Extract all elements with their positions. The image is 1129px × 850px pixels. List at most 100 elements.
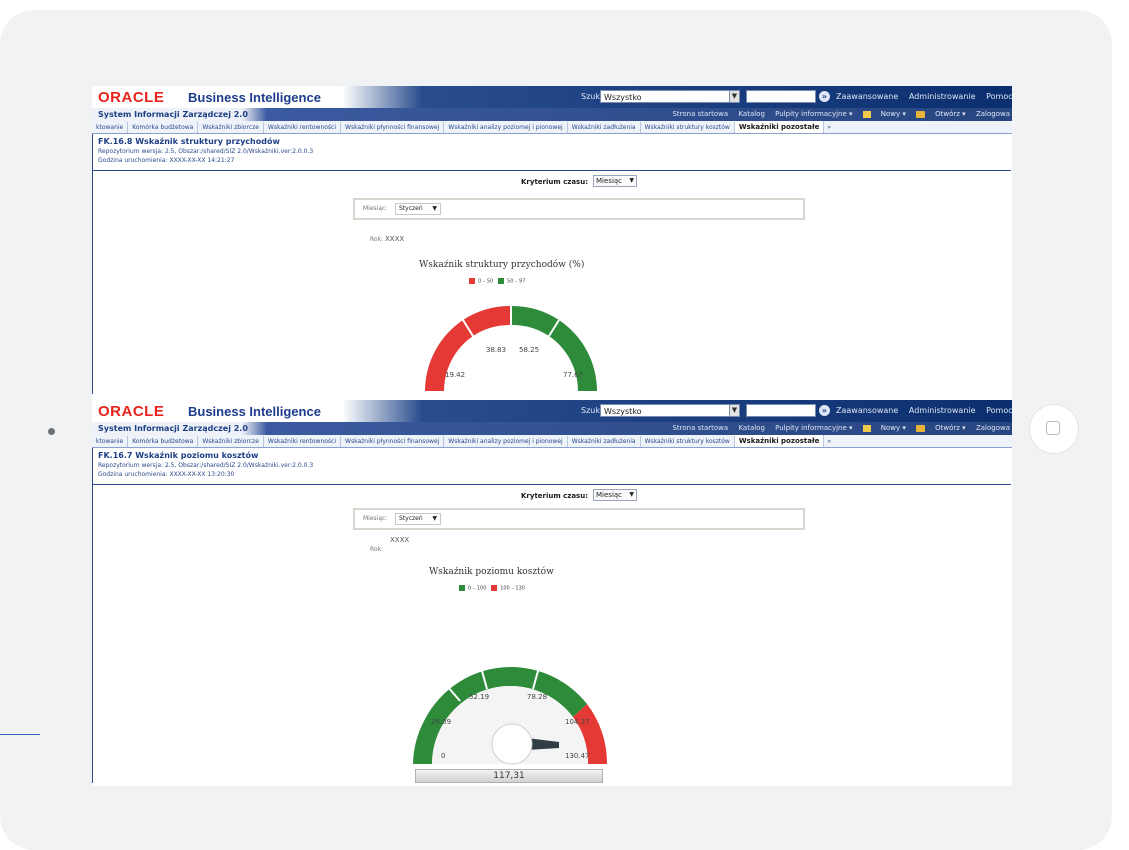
- new-menu[interactable]: Nowy ▾: [862, 110, 906, 118]
- dashboard-tabs: ktowanie Komórka budżetowa Wskaźniki zbior…: [92, 121, 1012, 134]
- tablet-screen: ORACLE Business Intelligence Szukaj Wszy…: [92, 86, 1012, 786]
- year-label: Rok:: [370, 236, 384, 243]
- legend-item: 0 – 100: [468, 585, 487, 592]
- administration-link[interactable]: Administrowanie: [909, 92, 976, 101]
- report-repo: Repozytorium wersja: 2.5, Obszar:/shared…: [98, 148, 314, 155]
- tabs-more-button[interactable]: »: [824, 122, 834, 133]
- report-content: FK.16.7 Wskaźnik poziomu kosztów Repozyt…: [92, 448, 1012, 783]
- gauge-hub: [491, 723, 533, 765]
- search-go-icon[interactable]: »: [819, 405, 830, 416]
- signed-in-link[interactable]: Zalogowa: [976, 424, 1010, 432]
- signed-in-link[interactable]: Zalogowa: [976, 110, 1010, 118]
- system-bar: System Informacji Zarządczej 2.0 Strona …: [92, 108, 1012, 121]
- tab-cost-structure[interactable]: Wskaźniki struktury kosztów: [641, 122, 735, 133]
- month-label: Miesiąc:: [363, 515, 388, 522]
- home-button[interactable]: [1030, 405, 1078, 453]
- open-menu-label: Otwórz ▾: [935, 110, 966, 118]
- tab-budget-unit[interactable]: Komórka budżetowa: [128, 436, 199, 447]
- search-scope-select[interactable]: Wszystko ▼: [600, 90, 740, 103]
- bi-window-costs: ORACLE Business Intelligence Szukaj Wszy…: [92, 400, 1012, 786]
- gauge-tick-label: 26.09: [431, 718, 451, 726]
- year-label: Rok:: [370, 546, 384, 553]
- new-menu-label: Nowy ▾: [880, 424, 906, 432]
- tab-liquidity[interactable]: Wskaźniki płynności finansowej: [341, 122, 445, 133]
- gauge-tick-label: 0: [441, 752, 445, 760]
- gauge-legend: 0 – 100 100 – 130: [459, 585, 525, 592]
- open-menu[interactable]: Otwórz ▾: [916, 110, 966, 118]
- tab-cost-structure[interactable]: Wskaźniki struktury kosztów: [641, 436, 735, 447]
- tab-debt[interactable]: Wskaźniki zadłużenia: [568, 122, 641, 133]
- gauge-tick-label: 19.42: [445, 371, 465, 379]
- tab-reporting[interactable]: ktowanie: [92, 122, 129, 133]
- oracle-logo: ORACLE: [98, 89, 165, 106]
- tab-summary[interactable]: Wskaźniki zbiorcze: [198, 122, 264, 133]
- legend-item: 0 – 50: [478, 278, 494, 285]
- tab-budget-unit[interactable]: Komórka budżetowa: [128, 122, 199, 133]
- open-menu[interactable]: Otwórz ▾: [916, 424, 966, 432]
- time-criterion-select[interactable]: Miesiąc ▼: [593, 175, 637, 187]
- report-header: FK.16.7 Wskaźnik poziomu kosztów Repozyt…: [93, 448, 1011, 485]
- report-content: FK.16.8 Wskaźnik struktury przychodów Re…: [92, 134, 1012, 394]
- month-select[interactable]: Styczeń ▼: [395, 203, 441, 215]
- search-scope-value: Wszystko: [604, 407, 642, 416]
- tab-profitability[interactable]: Wskaźniki rentowności: [264, 436, 342, 447]
- system-name: System Informacji Zarządczej 2.0: [98, 110, 248, 119]
- report-header: FK.16.8 Wskaźnik struktury przychodów Re…: [93, 134, 1011, 171]
- administration-link[interactable]: Administrowanie: [909, 406, 976, 415]
- month-value: Styczeń: [399, 515, 423, 522]
- legend-item: 100 – 130: [500, 585, 525, 592]
- tab-profitability[interactable]: Wskaźniki rentowności: [264, 122, 342, 133]
- chevron-down-icon: ▼: [432, 205, 437, 212]
- dashboards-menu[interactable]: Pulpity informacyjne ▾: [775, 424, 852, 432]
- product-name: Business Intelligence: [188, 404, 321, 419]
- search-input[interactable]: [746, 404, 816, 417]
- month-label: Miesiąc:: [363, 205, 388, 212]
- new-menu[interactable]: Nowy ▾: [862, 424, 906, 432]
- search-scope-select[interactable]: Wszystko ▼: [600, 404, 740, 417]
- time-criterion-label: Kryterium czasu:: [521, 178, 588, 186]
- legend-swatch-green: [459, 585, 465, 591]
- legend-item: 50 – 97: [507, 278, 526, 285]
- gauge-legend: 0 – 50 50 – 97: [469, 278, 525, 285]
- catalog-link[interactable]: Katalog: [738, 110, 764, 118]
- folder-icon: [916, 110, 926, 118]
- gauge-value-display: 117,31: [415, 769, 603, 783]
- tab-other[interactable]: Wskaźniki pozostałe: [734, 435, 825, 447]
- tab-other[interactable]: Wskaźniki pozostałe: [734, 121, 825, 133]
- home-link[interactable]: Strona startowa: [672, 424, 728, 432]
- home-square-icon: [1046, 421, 1060, 435]
- tab-summary[interactable]: Wskaźniki zbiorcze: [198, 436, 264, 447]
- month-select[interactable]: Styczeń ▼: [395, 513, 441, 525]
- folder-icon: [916, 424, 926, 432]
- tab-reporting[interactable]: ktowanie: [92, 436, 129, 447]
- report-title: FK.16.8 Wskaźnik struktury przychodów: [98, 137, 280, 146]
- gauge-tick-label: 130.47: [565, 752, 590, 760]
- search-input[interactable]: [746, 90, 816, 103]
- legend-swatch-red: [491, 585, 498, 591]
- gauge-tick-label: 78.28: [527, 693, 547, 701]
- system-name: System Informacji Zarządczej 2.0: [98, 424, 248, 433]
- product-name: Business Intelligence: [188, 90, 321, 105]
- time-criterion-select[interactable]: Miesiąc ▼: [593, 489, 637, 501]
- dashboards-menu[interactable]: Pulpity informacyjne ▾: [775, 110, 852, 118]
- report-repo: Repozytorium wersja: 2.5, Obszar:/shared…: [98, 462, 314, 469]
- help-link[interactable]: Pomoc ▾: [986, 406, 1012, 415]
- tabs-more-button[interactable]: »: [824, 436, 834, 447]
- oracle-logo: ORACLE: [98, 403, 165, 420]
- tab-horizontal-vertical[interactable]: Wskaźniki analizy poziomej i pionowej: [444, 436, 568, 447]
- tab-horizontal-vertical[interactable]: Wskaźniki analizy poziomej i pionowej: [444, 122, 568, 133]
- report-run-time: Godzina uruchomienia: XXXX-XX-XX 14:21:2…: [98, 157, 235, 164]
- time-criterion-value: Miesiąc: [596, 491, 623, 499]
- year-value: XXXX: [385, 235, 405, 243]
- advanced-link[interactable]: Zaawansowane: [836, 406, 898, 415]
- help-link[interactable]: Pomoc ▾: [986, 92, 1012, 101]
- gauge-tick-label: 77.67: [563, 371, 583, 379]
- search-go-icon[interactable]: »: [819, 91, 830, 102]
- tab-liquidity[interactable]: Wskaźniki płynności finansowej: [341, 436, 445, 447]
- home-link[interactable]: Strona startowa: [672, 110, 728, 118]
- app-header: ORACLE Business Intelligence Szukaj Wszy…: [92, 400, 1012, 422]
- catalog-link[interactable]: Katalog: [738, 424, 764, 432]
- advanced-link[interactable]: Zaawansowane: [836, 92, 898, 101]
- new-menu-label: Nowy ▾: [880, 110, 906, 118]
- tab-debt[interactable]: Wskaźniki zadłużenia: [568, 436, 641, 447]
